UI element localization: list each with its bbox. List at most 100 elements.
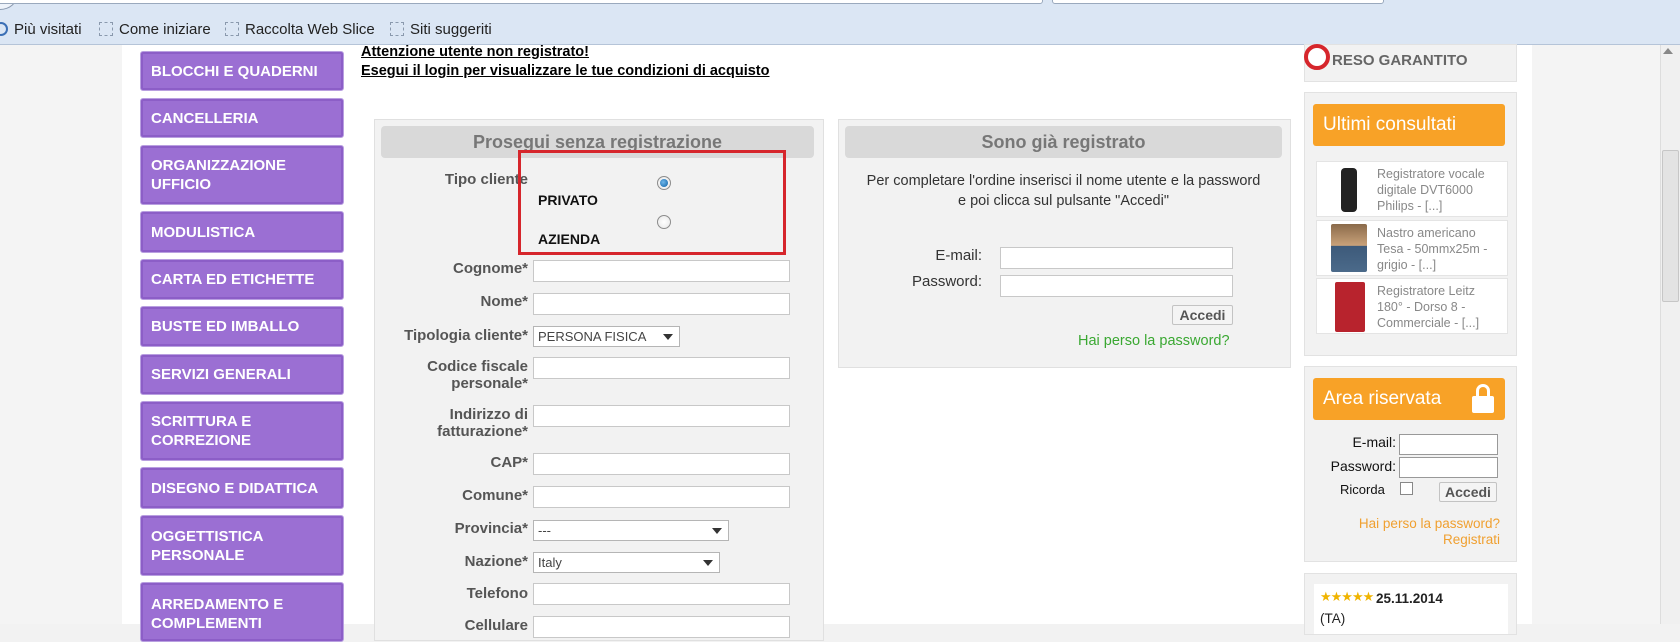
indirizzo-label: Indirizzo di fatturazione* — [380, 406, 528, 440]
ricorda-checkbox[interactable] — [1400, 482, 1413, 495]
favorite-web-slice[interactable]: Raccolta Web Slice — [225, 20, 375, 38]
reserved-area-title-text: Area riservata — [1323, 388, 1442, 409]
area-accedi-button[interactable]: Accedi — [1439, 482, 1497, 502]
area-password-label: Password: — [1330, 458, 1396, 474]
menu-carta-etichette[interactable]: CARTA ED ETICHETTE — [140, 259, 344, 300]
notice-unregistered: Attenzione utente non registrato! — [361, 44, 589, 60]
chevron-down-icon — [712, 528, 722, 534]
telefono-input[interactable] — [533, 583, 790, 605]
page-icon — [390, 22, 404, 36]
highlight-box — [518, 150, 786, 255]
ricorda-label: Ricorda — [1340, 482, 1385, 497]
menu-disegno-didattica[interactable]: DISEGNO E DIDATTICA — [140, 467, 344, 509]
reso-garantito-label: RESO GARANTITO — [1332, 52, 1468, 69]
codice-fiscale-label: Codice fiscale personale* — [380, 358, 528, 392]
lost-password-link[interactable]: Hai perso la password? — [1078, 333, 1230, 349]
recent-title: Ultimi consultati — [1313, 104, 1505, 146]
login-description: Per completare l'ordine inserisci il nom… — [845, 171, 1282, 211]
indirizzo-input[interactable] — [533, 405, 790, 427]
chevron-down-icon — [703, 560, 713, 566]
nazione-value: Italy — [538, 555, 562, 570]
favorite-label: Più visitati — [14, 20, 82, 38]
chevron-down-icon — [663, 334, 673, 340]
tipo-cliente-label: Tipo cliente — [444, 171, 528, 188]
cellulare-label: Cellulare — [464, 617, 528, 634]
area-email-label: E-mail: — [1352, 434, 1396, 450]
label-line: Codice fiscale — [427, 358, 528, 375]
login-password-label: Password: — [911, 273, 982, 290]
cognome-input[interactable] — [533, 260, 790, 282]
favorite-suggested-sites[interactable]: Siti suggeriti — [390, 20, 492, 38]
recent-item[interactable]: Nastro americano Tesa - 50mmx25m - grigi… — [1316, 220, 1508, 276]
provincia-value: --- — [538, 523, 551, 538]
scrollbar[interactable] — [1660, 45, 1680, 624]
recent-item-text: Registratore vocale digitale DVT6000 Phi… — [1377, 167, 1485, 213]
notice-login-link[interactable]: Esegui il login per visualizzare le tue … — [361, 63, 770, 79]
cognome-label: Cognome* — [453, 260, 528, 277]
page-icon — [225, 22, 239, 36]
menu-oggettistica-personale[interactable]: OGGETTISTICA PERSONALE — [140, 515, 344, 576]
recent-item[interactable]: Registratore vocale digitale DVT6000 Phi… — [1316, 161, 1508, 217]
cap-label: CAP* — [490, 454, 528, 471]
review-date: 25.11.2014 — [1376, 591, 1443, 606]
registrati-link[interactable]: Registrati — [1310, 532, 1500, 547]
comune-input[interactable] — [533, 486, 790, 508]
menu-blocchi-quaderni[interactable]: BLOCCHI E QUADERNI — [140, 51, 344, 91]
label-line: personale* — [451, 375, 528, 392]
favorite-icon — [0, 22, 8, 36]
nome-label: Nome* — [480, 293, 528, 310]
recent-item-text: Registratore Leitz 180° - Dorso 8 - Comm… — [1377, 284, 1480, 330]
favorite-label: Come iniziare — [119, 20, 211, 38]
return-icon — [1304, 44, 1330, 70]
menu-organizzazione-ufficio[interactable]: ORGANIZZAZIONE UFFICIO — [140, 145, 344, 205]
favorite-label: Siti suggeriti — [410, 20, 492, 38]
cap-input[interactable] — [533, 453, 790, 475]
binder-image — [1335, 282, 1365, 332]
recent-item[interactable]: Registratore Leitz 180° - Dorso 8 - Comm… — [1316, 278, 1508, 334]
favorite-most-visited[interactable]: Più visitati — [0, 20, 82, 38]
favorite-label: Raccolta Web Slice — [245, 20, 375, 38]
menu-buste-imballo[interactable]: BUSTE ED IMBALLO — [140, 306, 344, 347]
login-email-label: E-mail: — [935, 247, 982, 264]
login-email-input[interactable] — [1000, 247, 1233, 269]
rating-stars-icon: ★★★★★ — [1320, 589, 1374, 604]
area-password-input[interactable] — [1399, 457, 1498, 478]
description-line: Per completare l'ordine inserisci il nom… — [866, 173, 1261, 189]
scrollbar-thumb[interactable] — [1662, 150, 1679, 302]
recent-item-text: Nastro americano Tesa - 50mmx25m - grigi… — [1377, 226, 1488, 272]
area-email-input[interactable] — [1399, 434, 1498, 455]
menu-cancelleria[interactable]: CANCELLERIA — [140, 98, 344, 138]
provincia-label: Provincia* — [454, 520, 528, 537]
menu-arredamento-complementi[interactable]: ARREDAMENTO E COMPLEMENTI — [140, 582, 344, 642]
label-line: Indirizzo di — [449, 406, 528, 423]
lock-body — [1472, 396, 1494, 413]
description-line: e poi clicca sul pulsante "Accedi" — [958, 193, 1169, 209]
codice-fiscale-input[interactable] — [533, 357, 790, 379]
telefono-label: Telefono — [466, 585, 528, 602]
label-line: fatturazione* — [437, 423, 528, 440]
address-bar[interactable] — [0, 0, 1043, 4]
menu-modulistica[interactable]: MODULISTICA — [140, 211, 344, 253]
nazione-select[interactable]: Italy — [533, 552, 720, 573]
provincia-select[interactable]: --- — [533, 520, 729, 541]
scroll-up-arrow-icon[interactable] — [1663, 48, 1673, 54]
tipologia-cliente-select[interactable]: PERSONA FISICA — [533, 326, 680, 347]
nazione-label: Nazione* — [464, 553, 528, 570]
menu-scrittura-correzione[interactable]: SCRITTURA E CORREZIONE — [140, 401, 344, 461]
search-bar[interactable] — [1052, 0, 1384, 4]
cellulare-input[interactable] — [533, 616, 790, 638]
lock-icon — [1472, 384, 1494, 414]
favorite-getting-started[interactable]: Come iniziare — [99, 20, 211, 38]
tape-person-image — [1331, 224, 1367, 272]
login-password-input[interactable] — [1000, 275, 1233, 297]
menu-servizi-generali[interactable]: SERVIZI GENERALI — [140, 354, 344, 395]
page-icon — [99, 22, 113, 36]
login-accedi-button[interactable]: Accedi — [1172, 305, 1233, 325]
comune-label: Comune* — [462, 487, 528, 504]
login-panel-title: Sono già registrato — [845, 126, 1282, 158]
nome-input[interactable] — [533, 293, 790, 315]
voice-recorder-image — [1341, 168, 1357, 212]
tipologia-cliente-value: PERSONA FISICA — [538, 329, 647, 344]
tipologia-cliente-label: Tipologia cliente* — [404, 327, 528, 344]
area-lost-password-link[interactable]: Hai perso la password? — [1310, 516, 1500, 531]
